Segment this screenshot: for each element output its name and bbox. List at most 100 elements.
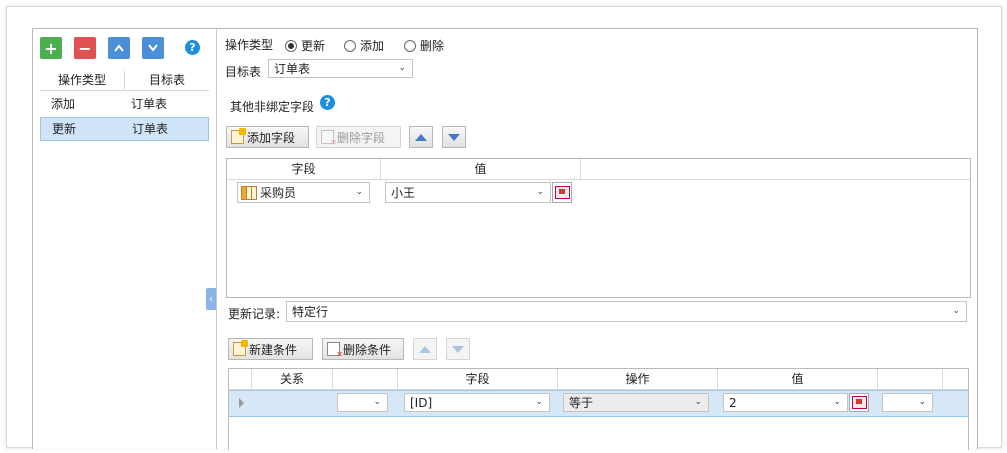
target-table-value: 订单表 xyxy=(274,62,311,76)
chevron-down-icon: ⌄ xyxy=(535,397,543,407)
delete-doc-icon xyxy=(321,130,337,147)
table-columns-icon xyxy=(241,185,257,200)
minus-icon: − xyxy=(78,38,92,58)
field-value-text: 小王 xyxy=(391,186,416,200)
add-field-label: 添加字段 xyxy=(247,130,296,145)
picker-icon xyxy=(554,186,570,199)
chevron-up-icon xyxy=(114,44,124,52)
radio-update[interactable]: 更新 xyxy=(285,37,325,54)
column-header-value[interactable]: 值 xyxy=(381,159,581,179)
new-condition-button[interactable]: 新建条件 xyxy=(228,338,313,360)
row-header-column xyxy=(229,369,252,389)
column-header-blank xyxy=(333,369,398,389)
remove-operation-button[interactable]: − xyxy=(74,37,96,59)
radio-add-label: 添加 xyxy=(360,39,385,53)
condition-value-picker-button[interactable] xyxy=(849,393,869,412)
list-item[interactable]: 添加 订单表 xyxy=(40,92,209,116)
delete-field-label: 删除字段 xyxy=(337,130,386,145)
list-item-selected[interactable]: 更新 订单表 xyxy=(40,117,209,141)
move-up-button[interactable] xyxy=(108,37,130,59)
conditions-grid-header: 关系 字段 操作 值 xyxy=(229,369,968,390)
current-row-indicator-icon xyxy=(239,398,244,408)
plus-icon: + xyxy=(44,38,58,58)
row-target-table: 订单表 xyxy=(132,122,169,136)
delete-field-button[interactable]: 删除字段 xyxy=(316,126,401,148)
new-doc-icon xyxy=(233,340,248,356)
triangle-down-icon xyxy=(452,345,464,353)
target-table-label: 目标表 xyxy=(225,65,262,79)
delete-condition-button[interactable]: 删除条件 xyxy=(322,338,404,360)
picker-icon xyxy=(851,396,867,409)
update-records-select[interactable]: 特定行 ⌄ xyxy=(286,301,967,322)
field-value-input[interactable]: 小王 ⌄ xyxy=(385,182,551,203)
target-table-select[interactable]: 订单表 ⌄ xyxy=(268,59,413,78)
relation-select[interactable]: ⌄ xyxy=(337,393,388,412)
radio-update-label: 更新 xyxy=(301,39,326,53)
row-op-type: 更新 xyxy=(52,122,77,136)
radio-delete-dot[interactable] xyxy=(404,39,416,52)
condition-field-value: [ID] xyxy=(410,395,433,410)
new-condition-label: 新建条件 xyxy=(249,342,298,357)
radio-delete[interactable]: 删除 xyxy=(404,37,444,54)
condition-field-select[interactable]: [ID] ⌄ xyxy=(404,393,550,412)
chevron-down-icon: ⌄ xyxy=(694,397,702,407)
radio-add-dot[interactable] xyxy=(344,39,356,52)
chevron-down-icon: ⌄ xyxy=(355,187,363,197)
delete-doc-icon xyxy=(327,342,343,359)
add-operation-button[interactable]: + xyxy=(40,37,62,59)
update-records-label: 更新记录: xyxy=(228,307,281,321)
operations-grid: 操作类型 目标表 添加 订单表 更新 订单表 xyxy=(40,71,209,141)
field-select[interactable]: 采购员 ⌄ xyxy=(237,182,370,203)
row-target-table: 订单表 xyxy=(131,97,168,111)
help-icon[interactable]: ? xyxy=(185,40,200,55)
add-doc-icon xyxy=(231,128,246,144)
collapse-panel-handle[interactable]: ‹ xyxy=(206,288,216,310)
extra-select[interactable]: ⌄ xyxy=(882,393,933,412)
help-glyph: ? xyxy=(324,96,331,109)
field-value: 采购员 xyxy=(260,186,297,200)
operation-detail-panel: 操作类型 更新 添加 删除 目标表 订单表 ⌄ 其他非绑定字段 ? 添加字段 删… xyxy=(217,29,976,450)
chevron-down-icon: ⌄ xyxy=(373,397,381,407)
column-header-field[interactable]: 字段 xyxy=(398,369,558,389)
chevron-down-icon xyxy=(148,44,158,52)
column-header-extra xyxy=(878,369,943,389)
operations-grid-header: 操作类型 目标表 xyxy=(40,71,209,91)
chevron-down-icon: ⌄ xyxy=(398,63,406,73)
operator-select[interactable]: 等于 ⌄ xyxy=(563,393,709,412)
other-fields-label: 其他非绑定字段 xyxy=(230,100,315,114)
column-header-op-type[interactable]: 操作类型 xyxy=(40,71,125,90)
column-header-relation[interactable]: 关系 xyxy=(252,369,333,389)
table-row[interactable]: ⌄ [ID] ⌄ 等于 ⌄ 2 ⌄ ⌄ xyxy=(229,390,968,417)
column-header-field[interactable]: 字段 xyxy=(227,159,381,179)
triangle-down-icon xyxy=(448,133,460,141)
operator-value: 等于 xyxy=(569,396,594,410)
column-header-value[interactable]: 值 xyxy=(718,369,878,389)
chevron-left-icon: ‹ xyxy=(209,293,213,305)
condition-value-input[interactable]: 2 ⌄ xyxy=(723,393,848,412)
help-icon[interactable]: ? xyxy=(320,95,335,110)
radio-delete-label: 删除 xyxy=(420,39,445,53)
fields-grid: 字段 值 采购员 ⌄ 小王 ⌄ xyxy=(226,158,971,298)
value-picker-button[interactable] xyxy=(552,182,572,203)
field-move-down-button[interactable] xyxy=(442,126,466,148)
condition-move-down-button[interactable] xyxy=(446,338,470,360)
radio-add[interactable]: 添加 xyxy=(344,37,384,54)
conditions-grid: 关系 字段 操作 值 ⌄ [ID] ⌄ 等于 ⌄ 2 ⌄ ⌄ xyxy=(228,368,969,450)
condition-move-up-button[interactable] xyxy=(413,338,437,360)
update-records-value: 特定行 xyxy=(292,305,329,319)
delete-condition-label: 删除条件 xyxy=(343,342,392,357)
help-glyph: ? xyxy=(189,41,196,54)
fields-grid-header: 字段 值 xyxy=(227,159,970,180)
chevron-down-icon: ⌄ xyxy=(918,397,926,407)
condition-value-text: 2 xyxy=(729,395,737,410)
radio-update-dot[interactable] xyxy=(285,39,297,52)
row-op-type: 添加 xyxy=(51,97,76,111)
chevron-down-icon: ⌄ xyxy=(952,306,960,316)
chevron-down-icon: ⌄ xyxy=(833,397,841,407)
op-type-label: 操作类型 xyxy=(225,38,274,52)
move-down-button[interactable] xyxy=(142,37,164,59)
column-header-operator[interactable]: 操作 xyxy=(558,369,718,389)
column-header-target-table[interactable]: 目标表 xyxy=(125,71,209,90)
field-move-up-button[interactable] xyxy=(409,126,433,148)
add-field-button[interactable]: 添加字段 xyxy=(226,126,309,148)
